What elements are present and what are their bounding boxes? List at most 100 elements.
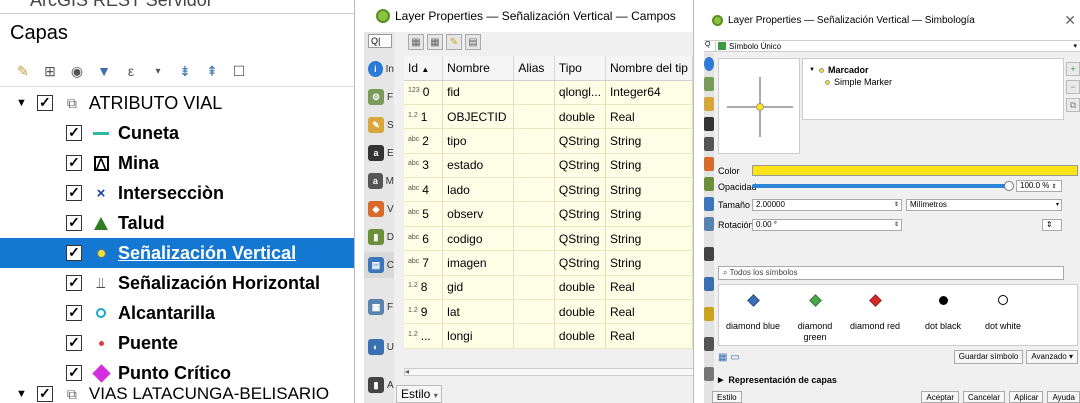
table-row[interactable]: abc 6 codigo QString String (404, 226, 693, 252)
group-checkbox[interactable]: ✓ (36, 95, 53, 111)
cell-alias[interactable] (513, 226, 555, 252)
symbol-gallery-item[interactable]: dot white (973, 285, 1033, 347)
expand-all-icon[interactable]: ⇟ (176, 62, 194, 80)
field-calculator-icon[interactable]: ▤ (465, 34, 481, 50)
scroll-left-arrow-icon[interactable]: ◂ (405, 367, 409, 376)
horizontal-scrollbar[interactable]: ◂ (404, 367, 693, 376)
sidebar-item-attributes-form[interactable]: ▦ F (364, 294, 394, 320)
renderer-select[interactable]: Q Símbolo Único ▾ (704, 40, 1080, 52)
cell-name[interactable]: fid (442, 80, 515, 105)
symbol-gallery-item[interactable]: diamond blue (723, 285, 783, 347)
cell-name[interactable]: tipo (442, 128, 515, 154)
table-row[interactable]: abc 5 observ QString String (404, 201, 693, 227)
size-unit-select[interactable]: Milímetros ▾ (906, 199, 1062, 211)
sidebar-item-symbology[interactable]: ✎ S (364, 112, 394, 138)
cell-alias[interactable] (513, 128, 555, 154)
column-header-type[interactable]: Tipo (554, 56, 606, 81)
sidebar-item-3d[interactable]: ◆ V (364, 196, 394, 222)
add-symbol-layer-button[interactable]: + (1066, 62, 1080, 76)
collapse-arrow-icon[interactable]: ▼ (16, 97, 27, 109)
joins-icon[interactable] (704, 247, 714, 261)
column-header-name[interactable]: Nombre (442, 56, 515, 81)
sidebar-search-input[interactable]: Q| (368, 34, 392, 48)
sidebar-item-diagrams[interactable]: ▮ D (364, 224, 394, 250)
dropdown-arrow-icon[interactable]: ▾ (149, 62, 167, 80)
color-button[interactable] (752, 165, 1078, 176)
layer-rendering-section[interactable]: ▶ Representación de capas (718, 375, 837, 385)
delete-field-icon[interactable]: ▦ (427, 34, 443, 50)
symbol-gallery-item[interactable]: diamond green (785, 285, 845, 347)
layer-visibility-checkbox[interactable]: ✓ (66, 245, 82, 261)
sidebar-item-information[interactable]: i In (364, 56, 394, 82)
opacity-slider-handle[interactable] (1004, 181, 1014, 191)
tree-root-row[interactable]: ▼ Marcador (809, 65, 868, 75)
table-row[interactable]: 1.2 9 lat double Real (404, 299, 693, 325)
layer-row[interactable]: ✓ × Intersecciòn (0, 178, 354, 208)
layer-row[interactable]: ✓ Señalización Vertical (0, 238, 354, 268)
cell-alias[interactable] (513, 177, 555, 203)
display-icon[interactable] (704, 337, 714, 351)
cell-alias[interactable] (513, 153, 555, 179)
cell-alias[interactable] (513, 80, 555, 105)
cell-name[interactable]: lado (442, 177, 515, 203)
cell-name[interactable]: observ (442, 201, 515, 227)
cell-alias[interactable] (513, 250, 555, 276)
cancel-button[interactable]: Cancelar (962, 391, 1005, 403)
layer-visibility-checkbox[interactable]: ✓ (66, 155, 82, 171)
layer-visibility-checkbox[interactable]: ✓ (66, 275, 82, 291)
3d-view-icon[interactable] (704, 157, 714, 171)
fields-icon[interactable] (704, 197, 714, 211)
table-row[interactable]: 123 0 fid qlongl... Integer64 (404, 80, 693, 105)
fields-style-button[interactable]: Estilo ▾ (396, 385, 442, 403)
rendering-icon[interactable] (704, 367, 714, 381)
cell-name[interactable]: lat (442, 299, 515, 325)
cell-alias[interactable] (513, 104, 555, 130)
cell-alias[interactable] (513, 323, 555, 349)
style-menu-button[interactable]: Estilo (712, 391, 742, 403)
cell-alias[interactable] (513, 201, 555, 227)
expression-filter-icon[interactable]: ε (122, 62, 140, 80)
table-row[interactable]: 1.2 8 gid double Real (404, 275, 693, 301)
symbol-gallery-item[interactable]: dot black (913, 285, 973, 347)
layer-visibility-checkbox[interactable]: ✓ (66, 335, 82, 351)
layer-visibility-checkbox[interactable]: ✓ (66, 125, 82, 141)
close-icon[interactable]: ✕ (1064, 12, 1076, 29)
layer-row[interactable]: ✓ Alcantarilla (0, 298, 354, 328)
actions-icon[interactable] (704, 307, 714, 321)
list-view-icon[interactable]: ▦ ▭ (718, 352, 740, 363)
sidebar-item-source[interactable]: ⚙ F (364, 84, 394, 110)
remove-symbol-layer-button[interactable]: − (1066, 80, 1080, 94)
edit-pencil-icon[interactable]: ✎ (446, 34, 462, 50)
apply-button[interactable]: Aplicar (1009, 391, 1044, 403)
opacity-spinbox[interactable]: 100.0 % ⇕ (1016, 180, 1062, 192)
style-brush-icon[interactable]: ✎ (14, 62, 32, 80)
remove-layer-icon[interactable]: ☐ (230, 62, 248, 80)
symbol-search-input[interactable]: ⌕ Todos los símbolos (718, 266, 1064, 280)
sidebar-item-labels[interactable]: aE (364, 140, 394, 166)
cell-name[interactable]: longi (442, 323, 515, 349)
table-row[interactable]: abc 4 lado QString String (404, 177, 693, 203)
table-row[interactable]: 1.2... longi double Real (404, 323, 693, 349)
sidebar-search-stub[interactable]: Q (704, 41, 716, 51)
table-row[interactable]: abc 3 estado QString String (404, 153, 693, 179)
table-row[interactable]: abc 2 tipo QString String (404, 128, 693, 154)
column-header-type-name[interactable]: Nombre del tip (605, 56, 693, 81)
symbology-brush-icon[interactable] (704, 97, 714, 111)
rotation-override-button[interactable]: ⇕ (1042, 219, 1062, 231)
symbol-gallery-item[interactable]: diamond red (845, 285, 905, 347)
layer-row[interactable]: ✓ Cuneta (0, 118, 354, 148)
layer-visibility-checkbox[interactable]: ✓ (66, 305, 82, 321)
layer-group-row[interactable]: ▼ ✓ ⧉ ATRIBUTO VIAL (0, 88, 354, 118)
cell-name[interactable]: estado (442, 153, 515, 179)
rotation-spinbox[interactable]: 0.00 ° ⇕ (752, 219, 902, 231)
sidebar-item-joins[interactable]: ◐ U (364, 334, 394, 360)
form-icon[interactable] (704, 217, 714, 231)
cell-name[interactable]: imagen (442, 250, 515, 276)
sidebar-item-masks[interactable]: aM (364, 168, 394, 194)
size-spinbox[interactable]: 2.00000 ⇕ (752, 199, 902, 211)
layer-visibility-checkbox[interactable]: ✓ (66, 215, 82, 231)
cell-name[interactable]: gid (442, 275, 515, 301)
sidebar-item-fields[interactable]: ▤ C (364, 252, 394, 278)
layer-visibility-checkbox[interactable]: ✓ (66, 185, 82, 201)
advanced-button[interactable]: Avanzado ▾ (1026, 350, 1078, 364)
